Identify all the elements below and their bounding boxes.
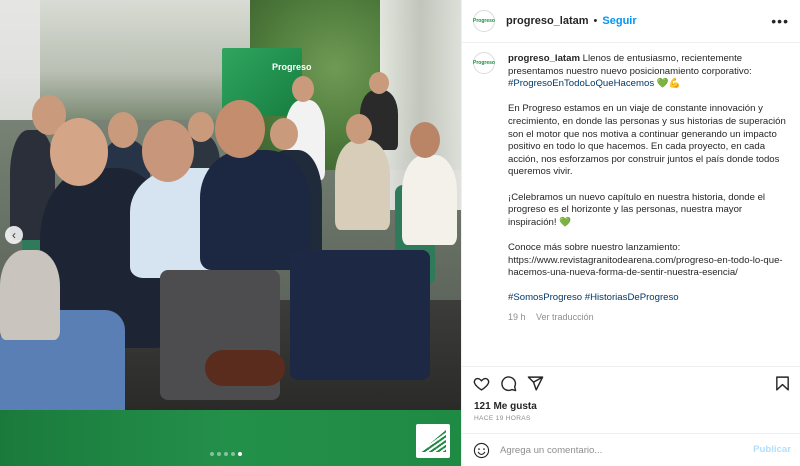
post-age: 19 h [508, 312, 526, 323]
man-head [215, 100, 265, 158]
caption-link-paragraph[interactable]: Conoce más sobre nuestro lanzamiento: ht… [508, 242, 791, 280]
more-options-icon[interactable]: ••• [771, 13, 789, 29]
brown-shoes [205, 350, 285, 386]
avatar[interactable]: Progreso [473, 10, 495, 32]
carousel-dot [231, 452, 235, 456]
caption-paragraph: ¡Celebramos un nuevo capítulo en nuestra… [508, 191, 766, 228]
username-link[interactable]: progreso_latam [506, 15, 589, 27]
chevron-left-icon[interactable]: ‹ [5, 226, 23, 244]
audience-head [410, 122, 440, 158]
audience-head [270, 118, 298, 150]
foreground-person [0, 250, 60, 340]
caption-emojis: 💚💪 [656, 78, 681, 90]
post-details-panel: Progreso progreso_latam • Seguir ••• Pro… [461, 0, 800, 466]
man-head [142, 120, 194, 182]
caption-hashtags[interactable]: #SomosProgreso #HistoriasDeProgreso [508, 292, 791, 305]
likes-count[interactable]: 121 Me gusta [474, 401, 537, 412]
caption-paragraph: En Progreso estamos en un viaje de const… [508, 103, 786, 178]
caption-avatar[interactable]: Progreso [473, 52, 495, 74]
avatar-logo-text: Progreso [473, 18, 495, 24]
brand-banner [0, 410, 461, 466]
caption-text: progreso_latam Llenos de entusiasmo, rec… [508, 53, 791, 324]
event-screen-text: Progreso [272, 62, 312, 72]
audience-head [346, 114, 372, 144]
carousel-dots [210, 452, 242, 456]
post-timestamp: HACE 19 HORAS [474, 415, 531, 422]
caption-username[interactable]: progreso_latam [508, 53, 580, 64]
audience-head [369, 72, 389, 94]
comment-icon[interactable] [500, 375, 517, 392]
curtain-left [0, 0, 40, 120]
green-heart-emoji: 💚 [559, 216, 572, 228]
audience-person [402, 155, 457, 245]
follow-button[interactable]: Seguir [602, 15, 636, 27]
comment-input[interactable] [500, 443, 740, 458]
progreso-logo-icon [416, 424, 450, 458]
see-translation-link[interactable]: Ver traducción [536, 312, 594, 322]
emoji-icon[interactable] [473, 442, 490, 459]
share-icon[interactable] [527, 375, 544, 392]
post-image[interactable]: Progreso ‹ [0, 0, 461, 466]
avatar-logo-text: Progreso [473, 60, 495, 66]
audience-head [292, 76, 314, 102]
carousel-dot-active [238, 452, 242, 456]
navy-trousers [290, 250, 430, 380]
man-head [50, 118, 108, 186]
bookmark-icon[interactable] [774, 375, 791, 392]
publish-button[interactable]: Publicar [753, 444, 791, 455]
post-header: Progreso progreso_latam • Seguir ••• [462, 0, 800, 43]
heart-icon[interactable] [473, 375, 490, 392]
action-bar [462, 366, 800, 396]
carousel-dot [224, 452, 228, 456]
caption-meta: 19 h Ver traducción [508, 311, 791, 324]
hashtag-link[interactable]: #ProgresoEnTodoLoQueHacemos [508, 78, 654, 89]
audience-head [188, 112, 214, 142]
carousel-dot [210, 452, 214, 456]
audience-person [335, 140, 390, 230]
comment-bar: Publicar [462, 433, 800, 466]
carousel-dot [217, 452, 221, 456]
audience-head [108, 112, 138, 148]
separator-dot: • [593, 15, 598, 27]
